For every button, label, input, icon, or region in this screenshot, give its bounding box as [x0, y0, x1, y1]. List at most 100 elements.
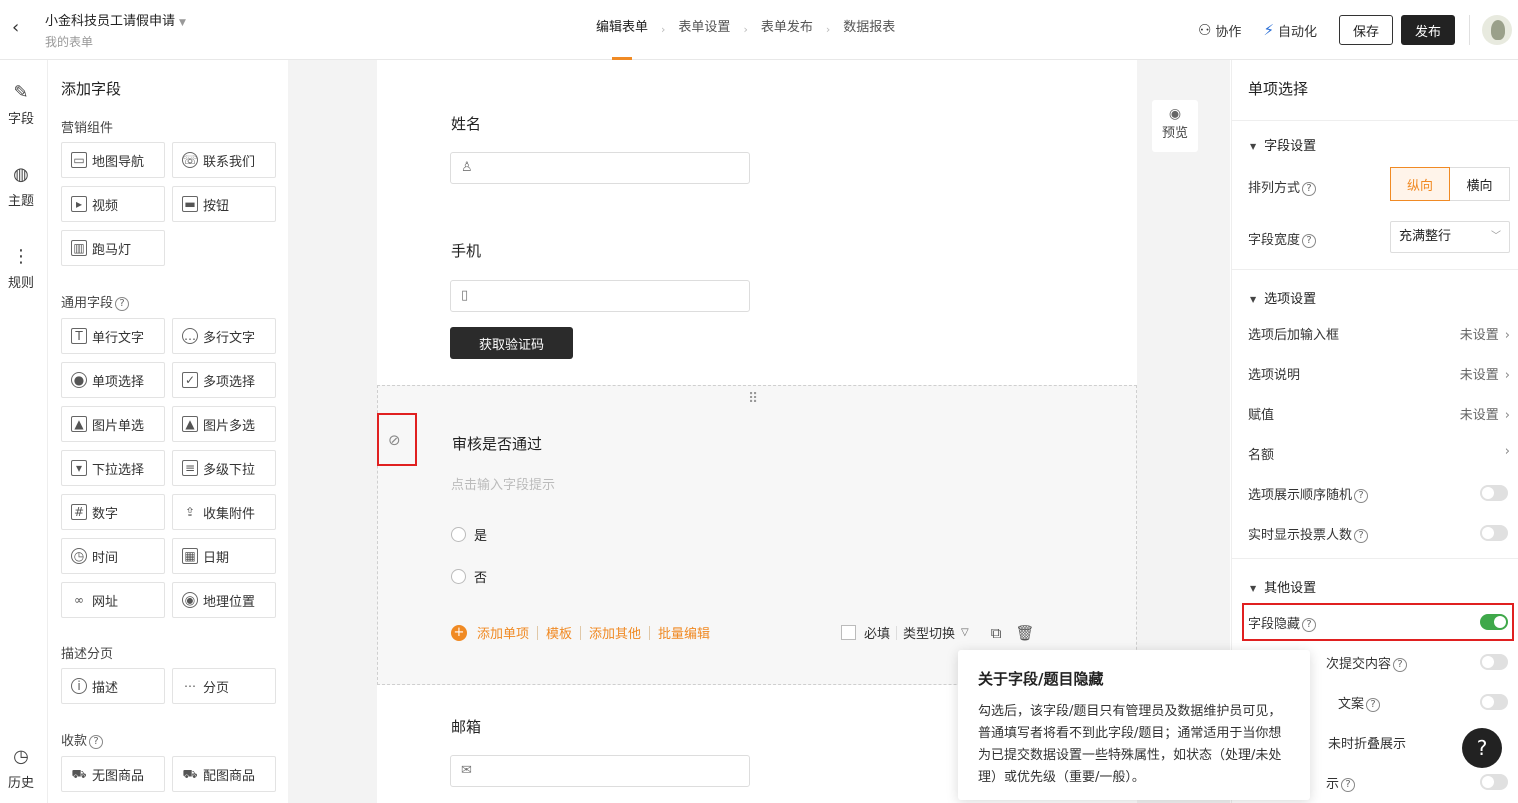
eye-icon: ◉ — [1168, 106, 1182, 122]
comp-url[interactable]: ∞ 网址 — [61, 582, 165, 618]
width-select[interactable]: 充满整行 ﹀ — [1390, 221, 1510, 253]
image-icon: ▲ — [71, 416, 87, 432]
caret-down-icon[interactable]: ▼ — [179, 18, 186, 28]
comp-image-single[interactable]: ▲ 图片单选 — [61, 406, 165, 442]
row-option-input[interactable]: 选项后加输入框 未设置 › — [1248, 324, 1510, 343]
comp-single-choice[interactable]: ● 单项选择 — [61, 362, 165, 398]
radio[interactable] — [451, 527, 466, 542]
publish-button[interactable]: 发布 — [1401, 15, 1455, 45]
comp-image-multi[interactable]: ▲ 图片多选 — [172, 406, 276, 442]
comp-number[interactable]: # 数字 — [61, 494, 165, 530]
arrange-vertical[interactable]: 纵向 — [1390, 167, 1450, 201]
form-breadcrumb[interactable]: 我的表单 — [45, 33, 93, 50]
comp-video[interactable]: ▸ 视频 — [61, 186, 165, 222]
comp-product-noimg[interactable]: ⛟ 无图商品 — [61, 756, 165, 792]
help-circle-icon[interactable]: ? — [89, 734, 104, 749]
section-field-settings[interactable]: ▼ 字段设置 — [1250, 135, 1316, 154]
help-circle-icon[interactable]: ? — [1341, 777, 1356, 792]
comp-button[interactable]: ▬ 按钮 — [172, 186, 276, 222]
preview-button[interactable]: ◉ 预览 — [1152, 100, 1198, 152]
field-hidden-toggle[interactable] — [1480, 614, 1508, 630]
comp-dropdown[interactable]: ▾ 下拉选择 — [61, 450, 165, 486]
form-title[interactable]: 小金科技员工请假申请 ▼ — [45, 10, 186, 29]
help-circle-icon[interactable]: ? — [1302, 181, 1317, 196]
email-input[interactable]: ✉ — [450, 755, 750, 787]
user-plus-icon: ⚇ — [1197, 21, 1212, 39]
comp-attachment[interactable]: ⇪ 收集附件 — [172, 494, 276, 530]
arrange-horizontal[interactable]: 横向 — [1450, 167, 1510, 201]
help-circle-icon[interactable]: ? — [1302, 617, 1317, 632]
field-name-label[interactable]: 姓名 — [451, 113, 481, 134]
comp-map-nav[interactable]: ▭ 地图导航 — [61, 142, 165, 178]
comp-time[interactable]: ◷ 时间 — [61, 538, 165, 574]
rail-item-fields[interactable]: ✎ 字段 — [0, 82, 42, 127]
field-hint[interactable]: 点击输入字段提示 — [451, 474, 555, 493]
row-option-desc[interactable]: 选项说明 未设置 › — [1248, 364, 1510, 383]
comp-marquee[interactable]: ▥ 跑马灯 — [61, 230, 165, 266]
comp-location[interactable]: ◉ 地理位置 — [172, 582, 276, 618]
help-circle-icon[interactable]: ? — [1302, 233, 1317, 248]
comp-product-img[interactable]: ⛟ 配图商品 — [172, 756, 276, 792]
setting-toggle[interactable] — [1480, 694, 1508, 710]
phone-input[interactable]: ▯ — [450, 280, 750, 312]
step-edit-form[interactable]: 编辑表单 — [596, 0, 648, 60]
step-form-publish[interactable]: 表单发布 — [761, 0, 813, 60]
save-button[interactable]: 保存 — [1339, 15, 1393, 45]
hidden-indicator[interactable]: ⊘ — [377, 413, 417, 466]
row-show-votes: 实时显示投票人数? — [1248, 524, 1510, 543]
option-yes[interactable]: 是 — [451, 525, 487, 544]
name-input[interactable]: ♙ — [450, 152, 750, 184]
help-circle-icon[interactable]: ? — [1354, 488, 1369, 503]
help-circle-icon[interactable]: ? — [115, 296, 130, 311]
add-option-link[interactable]: 添加单项 — [477, 623, 529, 642]
batch-edit-link[interactable]: 批量编辑 — [658, 623, 710, 642]
comp-cascade[interactable]: ≡ 多级下拉 — [172, 450, 276, 486]
back-arrow-icon[interactable]: ‹ — [12, 18, 32, 38]
step-form-settings[interactable]: 表单设置 — [678, 0, 730, 60]
step-data-report[interactable]: 数据报表 — [843, 0, 895, 60]
comp-date[interactable]: ▦ 日期 — [172, 538, 276, 574]
comp-pagination[interactable]: ⋯ 分页 — [172, 668, 276, 704]
help-button[interactable]: ? — [1462, 728, 1502, 768]
type-switch-button[interactable]: 类型切换 — [903, 623, 955, 642]
avatar[interactable] — [1482, 15, 1512, 45]
trash-icon[interactable]: 🗑 — [1015, 624, 1034, 642]
setting-toggle[interactable] — [1480, 654, 1508, 670]
rail-item-rules[interactable]: ⋮ 规则 — [0, 246, 42, 291]
required-checkbox[interactable] — [841, 625, 856, 640]
row-assign-value[interactable]: 赋值 未设置 › — [1248, 404, 1510, 423]
field-title[interactable]: 审核是否通过 — [452, 433, 542, 454]
chevron-down-icon[interactable]: ▽ — [961, 627, 969, 638]
setting-toggle[interactable] — [1480, 774, 1508, 790]
show-votes-toggle[interactable] — [1480, 525, 1508, 541]
help-circle-icon[interactable]: ? — [1354, 528, 1369, 543]
rail-item-history[interactable]: ◷ 历史 — [0, 746, 42, 791]
help-circle-icon[interactable]: ? — [1366, 697, 1381, 712]
comp-multi-line[interactable]: … 多行文字 — [172, 318, 276, 354]
field-email-label[interactable]: 邮箱 — [451, 716, 481, 737]
random-order-toggle[interactable] — [1480, 485, 1508, 501]
template-link[interactable]: 模板 — [546, 623, 572, 642]
radio[interactable] — [451, 569, 466, 584]
comp-contact[interactable]: ☏ 联系我们 — [172, 142, 276, 178]
collab-button[interactable]: ⚇ 协作 — [1198, 21, 1241, 40]
section-other-settings[interactable]: ▼ 其他设置 — [1250, 577, 1316, 596]
section-option-settings[interactable]: ▼ 选项设置 — [1250, 288, 1316, 307]
comp-single-line[interactable]: T 单行文字 — [61, 318, 165, 354]
add-other-link[interactable]: 添加其他 — [589, 623, 641, 642]
drag-handle-icon[interactable]: ⠿ — [748, 392, 759, 406]
rail-item-theme[interactable]: ◍ 主题 — [0, 164, 42, 209]
number-icon: # — [71, 504, 87, 520]
field-phone-label[interactable]: 手机 — [451, 240, 481, 261]
help-circle-icon[interactable]: ? — [1393, 657, 1408, 672]
comp-multi-choice[interactable]: ✓ 多项选择 — [172, 362, 276, 398]
get-code-button[interactable]: 获取验证码 — [450, 327, 573, 359]
option-no[interactable]: 否 — [451, 567, 487, 586]
row-quota[interactable]: 名额 › — [1248, 444, 1510, 463]
copy-icon[interactable]: ⧉ — [991, 624, 1002, 642]
automate-button[interactable]: ⚡ 自动化 — [1263, 21, 1317, 40]
plus-circle-icon[interactable]: + — [451, 624, 467, 641]
radio-icon: ● — [71, 372, 87, 388]
comp-description[interactable]: i 描述 — [61, 668, 165, 704]
selected-field-block[interactable]: ⠿ ⊘ 审核是否通过 点击输入字段提示 是 否 + 添加单项 模板 添加其他 批… — [377, 385, 1137, 685]
